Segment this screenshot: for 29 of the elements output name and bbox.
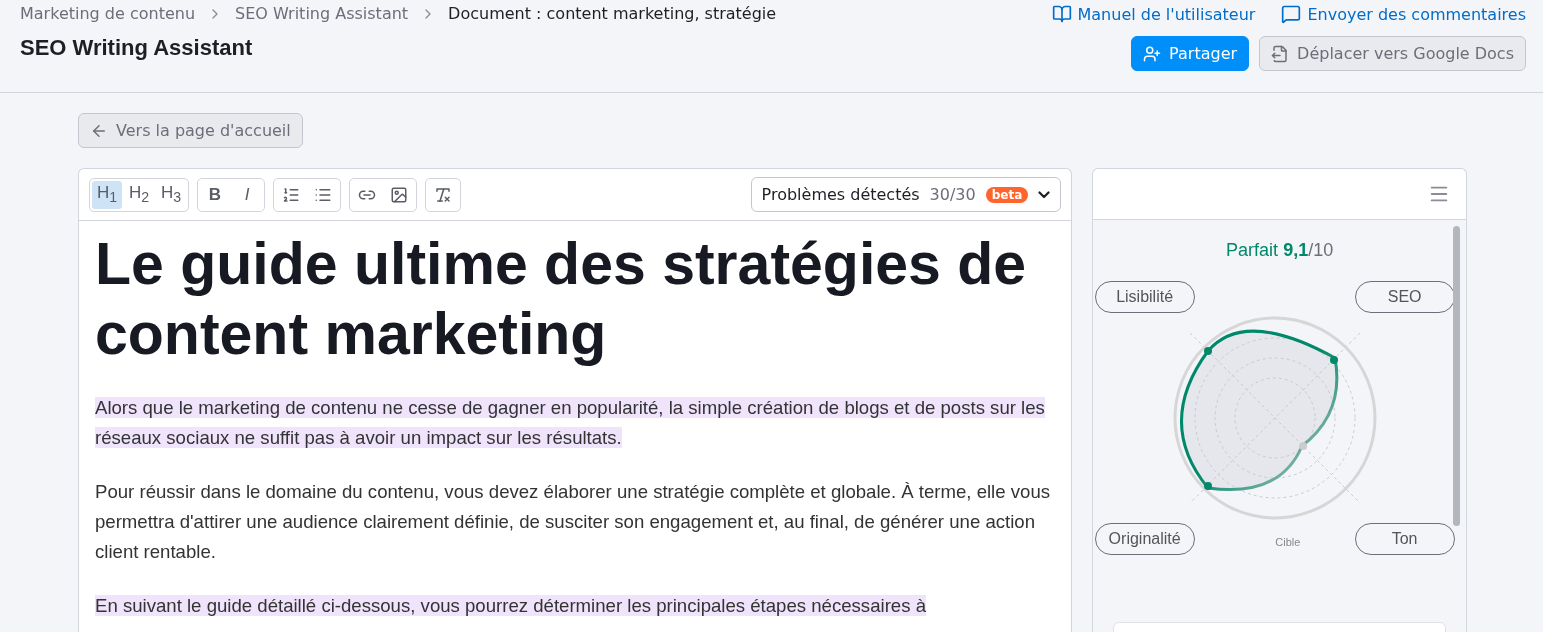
breadcrumb-link[interactable]: SEO Writing Assistant <box>235 4 409 23</box>
book-icon <box>1051 4 1072 24</box>
score-text: Parfait 9,1/10 <box>1226 240 1334 261</box>
heading-button[interactable]: H$_{3}$ <box>156 180 186 209</box>
issues-dropdown[interactable]: Problèmes détectés 30/30 beta <box>750 177 1062 212</box>
paragraph: En suivant le guide détaillé ci-dessous, vous pourrez déterminer les principales étapes nécessaires à <box>95 594 927 618</box>
back-button[interactable]: Vers la page d'accueil <box>78 113 303 148</box>
export-icon <box>1271 44 1290 63</box>
chat-icon <box>1281 4 1302 24</box>
scrollbar[interactable] <box>1453 226 1460 526</box>
bold-button[interactable]: B <box>200 180 230 209</box>
breadcrumb-link[interactable]: Marketing de contenu <box>20 4 196 23</box>
heading-button[interactable]: H$_{2}$ <box>124 180 154 209</box>
add-user-icon <box>1143 44 1162 63</box>
italic-button[interactable]: I <box>232 180 262 209</box>
image-icon <box>390 185 408 204</box>
numbered-list-icon <box>282 185 300 204</box>
clear-format-icon <box>434 185 452 204</box>
document-title: Le guide ultime des stratégies de content marketing <box>95 230 1028 369</box>
chevron-down-icon <box>1038 190 1051 199</box>
manual-link[interactable]: Manuel de l'utilisateur <box>1051 4 1256 24</box>
breadcrumb-link[interactable]: Document : content marketing, stratégie <box>448 4 777 23</box>
paragraph: Pour réussir dans le domaine du contenu, vous devez élaborer une stratégie complète et globale. À terme, elle vous permettra d'attirer une audience clairement définie, de susciter son engagement et, au final, de générer une action client rentable. <box>95 480 1052 564</box>
paragraph: Alors que le marketing de contenu ne cesse de gagner en popularité, la simple création de blogs et de posts sur les réseaux sociaux ne suffit pas à avoir un impact sur les résultats. <box>95 396 1046 450</box>
heading-button[interactable]: H$_{1}$ <box>92 180 122 209</box>
move-button[interactable]: Déplacer vers Google Docs <box>1259 36 1526 71</box>
page-title: SEO Writing Assistant <box>20 35 253 61</box>
share-button[interactable]: Partager <box>1131 36 1250 71</box>
feedback-link[interactable]: Envoyer des commentaires <box>1281 4 1526 24</box>
